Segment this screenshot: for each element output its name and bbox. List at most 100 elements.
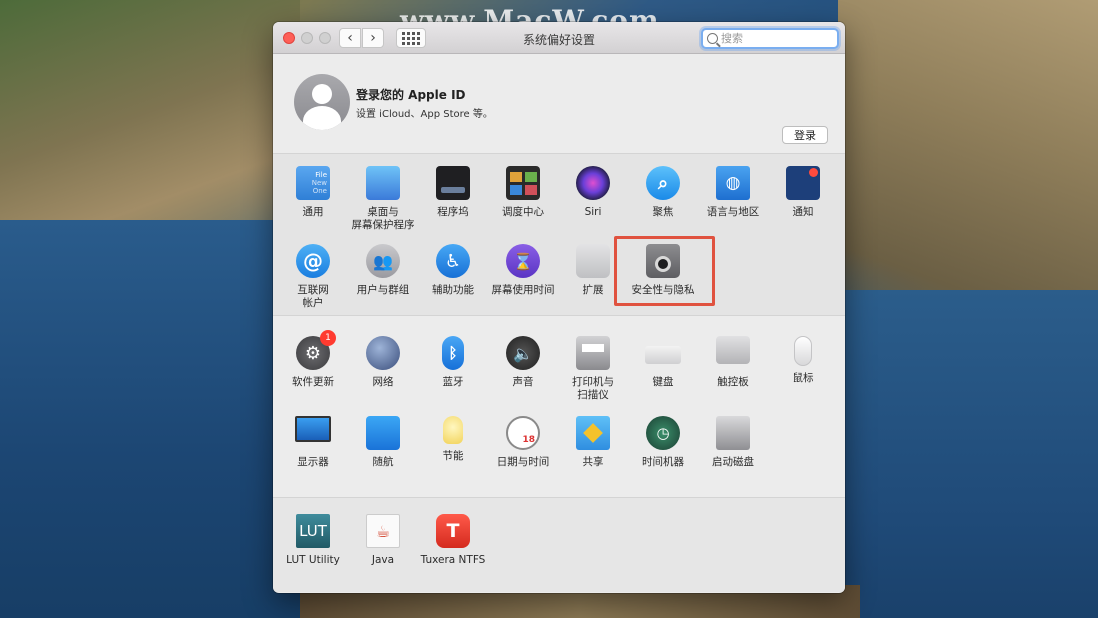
- pane-desktop[interactable]: 桌面与 屏幕保护程序: [348, 166, 418, 232]
- pane-label: 节能: [442, 450, 464, 462]
- apple-id-subtitle: 设置 iCloud、App Store 等。: [356, 109, 493, 120]
- users-icon: 👥: [366, 244, 400, 278]
- pane-label: 程序坞: [437, 206, 469, 218]
- startup-disk-icon: [716, 416, 750, 450]
- pane-date-time[interactable]: 18 日期与时间: [488, 416, 558, 469]
- lut-icon-text: LUT: [299, 522, 327, 540]
- pane-label: 日期与时间: [496, 456, 550, 468]
- display-icon: [295, 416, 331, 442]
- search-icon: [707, 33, 718, 44]
- pane-label: Tuxera NTFS: [420, 554, 486, 566]
- pane-label: 启动磁盘: [712, 456, 754, 468]
- pane-users-groups[interactable]: 👥 用户与群组: [348, 244, 418, 297]
- pane-printers[interactable]: 打印机与 扫描仪: [558, 336, 628, 402]
- general-icon-text: One: [312, 187, 327, 195]
- desktop-icon: [366, 166, 400, 200]
- avatar[interactable]: [294, 74, 350, 130]
- pane-label: 安全性与隐私: [631, 284, 695, 296]
- extensions-icon: [576, 244, 610, 278]
- pane-keyboard[interactable]: 键盘: [628, 336, 698, 389]
- lut-icon: LUT: [296, 514, 330, 548]
- pane-mouse[interactable]: 鼠标: [768, 336, 838, 385]
- pane-screen-time[interactable]: ⌛ 屏幕使用时间: [488, 244, 558, 297]
- pane-label: 语言与地区: [706, 206, 760, 218]
- sound-icon: 🔈: [506, 336, 540, 370]
- pane-network[interactable]: 网络: [348, 336, 418, 389]
- update-badge: 1: [320, 330, 336, 346]
- software-update-icon: ⚙ 1: [296, 330, 336, 370]
- dock-icon: [436, 166, 470, 200]
- pane-mission-control[interactable]: 调度中心: [488, 166, 558, 219]
- pane-general[interactable]: File New One 通用: [278, 166, 348, 219]
- third-party-panes-section: LUT LUT Utility ☕ Java T Tuxera NTFS: [273, 498, 845, 592]
- siri-icon: [576, 166, 610, 200]
- pane-sharing[interactable]: 共享: [558, 416, 628, 469]
- internet-accounts-icon: @: [296, 244, 330, 278]
- pane-spotlight[interactable]: ⌕ 聚焦: [628, 166, 698, 219]
- time-machine-icon: ◷: [646, 416, 680, 450]
- pane-label: 鼠标: [792, 372, 814, 384]
- sidecar-icon: [366, 416, 400, 450]
- mission-control-icon: [506, 166, 540, 200]
- pane-label: 声音: [512, 376, 534, 388]
- search-field[interactable]: [701, 28, 839, 49]
- pane-label: 辅助功能: [432, 284, 474, 296]
- pane-extensions[interactable]: 扩展: [558, 244, 628, 297]
- pane-language[interactable]: ◍ 语言与地区: [698, 166, 768, 219]
- accessibility-icon: ♿: [436, 244, 470, 278]
- pane-internet-accounts[interactable]: @ 互联网 帐户: [278, 244, 348, 310]
- mouse-icon: [794, 336, 812, 366]
- pane-label: 用户与群组: [356, 284, 410, 296]
- pane-trackpad[interactable]: 触控板: [698, 336, 768, 389]
- date-day: 18: [522, 435, 535, 445]
- pane-label: 显示器: [297, 456, 329, 468]
- notifications-icon: [786, 166, 820, 200]
- pane-label: 触控板: [717, 376, 749, 388]
- pane-displays[interactable]: 显示器: [278, 416, 348, 469]
- java-icon: ☕: [366, 514, 400, 548]
- pane-accessibility[interactable]: ♿ 辅助功能: [418, 244, 488, 297]
- keyboard-icon: [645, 346, 681, 364]
- security-icon: [646, 244, 680, 278]
- pane-label: 桌面与 屏幕保护程序: [351, 206, 415, 231]
- general-icon-text: New: [311, 179, 327, 187]
- pane-label: Siri: [584, 206, 602, 218]
- pane-dock[interactable]: 程序坞: [418, 166, 488, 219]
- trackpad-icon: [716, 336, 750, 364]
- pane-label: 网络: [372, 376, 394, 388]
- titlebar: ‹ › 系统偏好设置: [273, 22, 845, 54]
- pane-label: 通用: [302, 206, 324, 218]
- date-time-icon: 18: [506, 416, 540, 450]
- pane-bluetooth[interactable]: ᛒ 蓝牙: [418, 336, 488, 389]
- pane-software-update[interactable]: ⚙ 1 软件更新: [278, 330, 348, 389]
- pane-siri[interactable]: Siri: [558, 166, 628, 219]
- system-preferences-window: ‹ › 系统偏好设置 登录您的 Apple ID 设置 iCloud、App S…: [273, 22, 845, 593]
- pane-sound[interactable]: 🔈 声音: [488, 336, 558, 389]
- pane-label: 蓝牙: [442, 376, 464, 388]
- pane-label: 聚焦: [652, 206, 674, 218]
- pane-java[interactable]: ☕ Java: [348, 514, 418, 567]
- general-icon-text: File: [315, 171, 327, 179]
- pane-lut-utility[interactable]: LUT LUT Utility: [278, 514, 348, 567]
- pane-label: Java: [371, 554, 395, 566]
- pane-label: 调度中心: [502, 206, 544, 218]
- personal-panes-section: File New One 通用 桌面与 屏幕保护程序 程序坞 调度中心 Siri…: [273, 154, 845, 316]
- login-button[interactable]: 登录: [782, 126, 828, 144]
- pane-sidecar[interactable]: 随航: [348, 416, 418, 469]
- pane-startup-disk[interactable]: 启动磁盘: [698, 416, 768, 469]
- pane-label: 通知: [792, 206, 814, 218]
- pane-label: 打印机与 扫描仪: [572, 376, 614, 401]
- pane-notifications[interactable]: 通知: [768, 166, 838, 219]
- search-input[interactable]: [721, 32, 831, 45]
- tuxera-icon-text: T: [446, 520, 460, 542]
- pane-label: 互联网 帐户: [297, 284, 329, 309]
- pane-time-machine[interactable]: ◷ 时间机器: [628, 416, 698, 469]
- pane-tuxera-ntfs[interactable]: T Tuxera NTFS: [418, 514, 488, 567]
- pane-energy[interactable]: 节能: [418, 416, 488, 463]
- pane-security-privacy[interactable]: 安全性与隐私: [628, 244, 698, 297]
- pane-label: 屏幕使用时间: [491, 284, 555, 296]
- sharing-icon: [576, 416, 610, 450]
- language-icon: ◍: [716, 166, 750, 200]
- desktop-sea-left: [0, 220, 300, 618]
- pane-label: 随航: [372, 456, 394, 468]
